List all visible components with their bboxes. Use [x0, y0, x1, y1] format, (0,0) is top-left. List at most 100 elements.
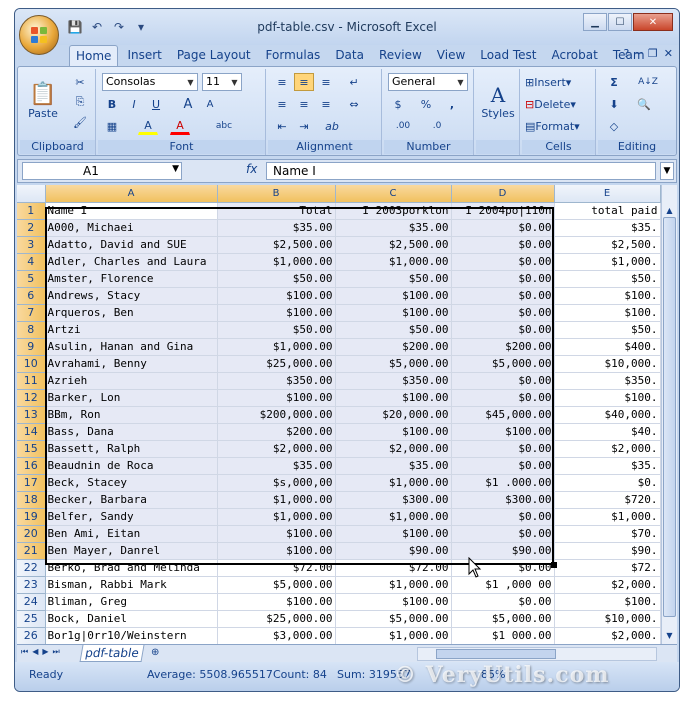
cell-b12[interactable]: $100.00	[217, 389, 336, 407]
row-header[interactable]: 20	[17, 525, 46, 543]
cell-d8[interactable]: $0.00	[451, 321, 555, 339]
cell-c26[interactable]: $1,000.00	[335, 627, 452, 644]
doc-restore-icon[interactable]: ❐	[648, 47, 658, 60]
row-header[interactable]: 15	[17, 440, 46, 458]
cell-a9[interactable]: Asulin, Hanan and Gina	[45, 338, 218, 356]
row-header[interactable]: 12	[17, 389, 46, 407]
decrease-decimal-icon[interactable]: .0	[424, 117, 450, 135]
cell-d17[interactable]: $1 .000.00	[451, 474, 555, 492]
cell-d19[interactable]: $0.00	[451, 508, 555, 526]
cell-e21[interactable]: $90.	[554, 542, 661, 560]
cell-a6[interactable]: Andrews, Stacy	[45, 287, 218, 305]
cell-e15[interactable]: $2,000.	[554, 440, 661, 458]
close-button[interactable]: ✕	[633, 13, 673, 31]
row-header[interactable]: 21	[17, 542, 46, 560]
minimize-button[interactable]: ▁	[583, 13, 607, 31]
cell-d26[interactable]: $1 000.00	[451, 627, 555, 644]
expand-formula-icon[interactable]: ▼	[660, 162, 674, 180]
cell-b1[interactable]: Total	[217, 202, 336, 220]
column-header-b[interactable]: B	[217, 185, 336, 203]
cell-a1[interactable]: Name I	[45, 202, 218, 220]
align-top-icon[interactable]: ≡	[272, 73, 292, 91]
cell-d5[interactable]: $0.00	[451, 270, 555, 288]
clear-icon[interactable]: ◇	[604, 117, 624, 135]
cell-e26[interactable]: $2,000.	[554, 627, 661, 644]
cell-c10[interactable]: $5,000.00	[335, 355, 452, 373]
cell-b22[interactable]: $72.00	[217, 559, 336, 577]
cell-c3[interactable]: $2,500.00	[335, 236, 452, 254]
cell-c23[interactable]: $1,000.00	[335, 576, 452, 594]
cell-e8[interactable]: $50.	[554, 321, 661, 339]
cell-c13[interactable]: $20,000.00	[335, 406, 452, 424]
tab-load-test[interactable]: Load Test	[474, 45, 542, 67]
cell-b25[interactable]: $25,000.00	[217, 610, 336, 628]
grow-font-button[interactable]: A	[178, 95, 198, 113]
cell-d24[interactable]: $0.00	[451, 593, 555, 611]
maximize-button[interactable]: ☐	[608, 13, 632, 31]
redo-icon[interactable]: ↷	[111, 19, 127, 35]
cell-c8[interactable]: $50.00	[335, 321, 452, 339]
cell-c20[interactable]: $100.00	[335, 525, 452, 543]
find-select-icon[interactable]: 🔍	[634, 95, 654, 113]
row-header[interactable]: 2	[17, 219, 46, 237]
save-icon[interactable]: 💾	[67, 19, 83, 35]
cell-e12[interactable]: $100.	[554, 389, 661, 407]
help-icon[interactable]: ?	[623, 47, 629, 60]
format-painter-icon[interactable]: 🖌	[70, 113, 90, 131]
cell-c17[interactable]: $1,000.00	[335, 474, 452, 492]
fill-handle[interactable]	[551, 562, 557, 568]
row-header[interactable]: 4	[17, 253, 46, 271]
next-sheet-icon[interactable]: ▶	[42, 647, 48, 657]
currency-icon[interactable]: $	[388, 95, 408, 113]
cell-c6[interactable]: $100.00	[335, 287, 452, 305]
cell-d1[interactable]: I 2004po|110n	[451, 202, 555, 220]
row-header[interactable]: 8	[17, 321, 46, 339]
row-header[interactable]: 16	[17, 457, 46, 475]
cell-a14[interactable]: Bass, Dana	[45, 423, 218, 441]
borders-icon[interactable]: ▦	[102, 117, 122, 135]
cell-d7[interactable]: $0.00	[451, 304, 555, 322]
comma-icon[interactable]: ,	[442, 95, 462, 113]
cell-c24[interactable]: $100.00	[335, 593, 452, 611]
cell-d13[interactable]: $45,000.00	[451, 406, 555, 424]
cell-e14[interactable]: $40.	[554, 423, 661, 441]
select-all-corner[interactable]	[17, 185, 46, 203]
cell-b17[interactable]: $s,000,00	[217, 474, 336, 492]
cell-e9[interactable]: $400.	[554, 338, 661, 356]
cell-c25[interactable]: $5,000.00	[335, 610, 452, 628]
cell-e17[interactable]: $0.	[554, 474, 661, 492]
orientation-icon[interactable]: ab	[322, 117, 342, 135]
cell-d4[interactable]: $0.00	[451, 253, 555, 271]
cell-a15[interactable]: Bassett, Ralph	[45, 440, 218, 458]
cell-c1[interactable]: I 2003porklon	[335, 202, 452, 220]
row-header[interactable]: 1	[17, 202, 46, 220]
cell-b14[interactable]: $200.00	[217, 423, 336, 441]
row-header[interactable]: 7	[17, 304, 46, 322]
cell-d3[interactable]: $0.00	[451, 236, 555, 254]
cell-b21[interactable]: $100.00	[217, 542, 336, 560]
cell-e20[interactable]: $70.	[554, 525, 661, 543]
number-format-select[interactable]: General ▼	[388, 73, 468, 91]
doc-minimize-icon[interactable]: ─	[635, 47, 642, 60]
cell-b18[interactable]: $1,000.00	[217, 491, 336, 509]
cell-b7[interactable]: $100.00	[217, 304, 336, 322]
cell-c2[interactable]: $35.00	[335, 219, 452, 237]
autosum-icon[interactable]: Σ	[604, 73, 624, 91]
tab-home[interactable]: Home	[69, 45, 119, 67]
font-size-select[interactable]: 11 ▼	[202, 73, 242, 91]
cell-d25[interactable]: $5,000.00	[451, 610, 555, 628]
copy-icon[interactable]: ⎘	[70, 93, 90, 111]
cell-d10[interactable]: $5,000.00	[451, 355, 555, 373]
cell-b11[interactable]: $350.00	[217, 372, 336, 390]
cell-e10[interactable]: $10,000.	[554, 355, 661, 373]
cut-icon[interactable]: ✂	[70, 73, 90, 91]
cell-e22[interactable]: $72.	[554, 559, 661, 577]
row-header[interactable]: 10	[17, 355, 46, 373]
cell-c19[interactable]: $1,000.00	[335, 508, 452, 526]
cell-d2[interactable]: $0.00	[451, 219, 555, 237]
cell-e1[interactable]: total paid	[554, 202, 661, 220]
cell-b10[interactable]: $25,000.00	[217, 355, 336, 373]
insert-function-icon[interactable]: fx	[246, 162, 257, 176]
tab-view[interactable]: View	[431, 45, 471, 67]
cell-e5[interactable]: $50.	[554, 270, 661, 288]
